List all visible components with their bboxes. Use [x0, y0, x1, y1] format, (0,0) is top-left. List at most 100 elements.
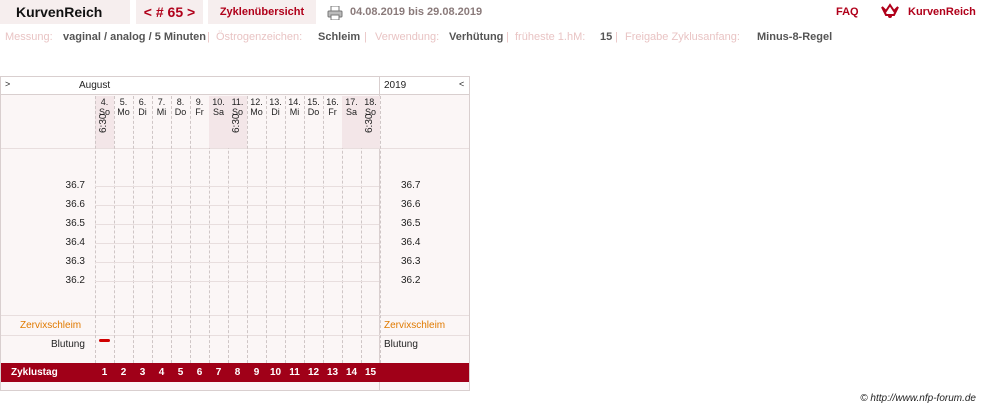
cycle-day-number: 14 — [345, 367, 358, 378]
temp-gridline — [95, 224, 379, 225]
measure-time: 6:30 — [231, 113, 242, 133]
temp-label-right: 36.2 — [401, 275, 421, 286]
day-number: 9. — [195, 97, 204, 107]
usage-value: Verhütung — [449, 31, 504, 43]
cycle-day-number: 2 — [120, 367, 127, 378]
day-weekday: Do — [307, 107, 320, 117]
day-weekday: Mi — [156, 107, 167, 117]
month-label: August — [79, 80, 111, 91]
faq-link[interactable]: FAQ — [836, 0, 859, 24]
temp-gridline — [95, 262, 379, 263]
day-column-line — [380, 96, 381, 363]
temp-gridline — [95, 205, 379, 206]
logo[interactable]: KurvenReich — [880, 0, 981, 24]
day-weekday: Di — [138, 107, 147, 117]
day-number: 15. — [307, 97, 320, 107]
cycle-day-number: 7 — [215, 367, 222, 378]
temp-label-left: 36.3 — [65, 256, 85, 267]
day-column-line — [266, 96, 267, 363]
temp-label-left: 36.2 — [65, 275, 85, 286]
cycle-day-number: 11 — [289, 367, 300, 378]
cycle-info-bar: Messung: vaginal / analog / 5 Minuten | … — [0, 26, 981, 48]
day-weekday: Do — [174, 107, 187, 117]
day-weekday: Sa — [345, 107, 357, 117]
day-column-line — [152, 96, 153, 363]
cycle-day-number: 8 — [234, 367, 241, 378]
cycle-overview-link[interactable]: Zyklenübersicht — [208, 0, 316, 24]
separator: | — [207, 31, 210, 43]
day-number: 17. — [345, 97, 358, 107]
day-weekday: Mi — [289, 107, 300, 117]
day-column-line — [323, 96, 324, 363]
day-weekday: Di — [271, 107, 280, 117]
cycle-day-number: 4 — [158, 367, 165, 378]
logo-text: KurvenReich — [908, 6, 976, 18]
temp-label-left: 36.6 — [65, 199, 85, 210]
day-number: 12. — [250, 97, 263, 107]
usage-label: Verwendung: — [375, 31, 440, 43]
day-number: 10. — [212, 97, 225, 107]
day-number: 16. — [326, 97, 339, 107]
temp-label-right: 36.5 — [401, 218, 421, 229]
printer-icon[interactable] — [327, 5, 343, 21]
bleeding-label-right: Blutung — [384, 339, 418, 350]
separator: | — [615, 31, 618, 43]
bleeding-label: Blutung — [51, 339, 85, 350]
temp-gridline — [95, 186, 379, 187]
day-number: 11. — [231, 97, 244, 107]
measure-time: 6:30 — [98, 113, 109, 133]
measure-time: 6:30 — [364, 113, 375, 133]
day-number: 18. — [364, 97, 377, 107]
cycle-day-number: 10 — [269, 367, 282, 378]
cycle-day-number: 1 — [101, 367, 108, 378]
year-label: 2019 — [384, 80, 407, 91]
temp-label-right: 36.3 — [401, 256, 421, 267]
day-number: 6. — [138, 97, 147, 107]
day-weekday: Mo — [250, 107, 263, 117]
separator: | — [364, 31, 367, 43]
day-number: 5. — [119, 97, 128, 107]
release-value: Minus-8-Regel — [757, 31, 833, 43]
nav-prev-button[interactable]: > — [5, 79, 10, 89]
measure-label: Messung: — [5, 31, 53, 43]
day-number: 13. — [269, 97, 282, 107]
cycle-day-number: 15 — [364, 367, 377, 378]
temp-gridline — [95, 243, 379, 244]
day-column-line — [133, 96, 134, 363]
day-weekday: Mo — [117, 107, 130, 117]
axis-line — [95, 96, 96, 363]
temp-label-right: 36.4 — [401, 237, 421, 248]
cycle-day-label: Zyklustag — [11, 367, 58, 378]
header-divider — [1, 148, 469, 149]
day-column-line — [285, 96, 286, 363]
mucus-divider — [1, 315, 469, 316]
earliest-label: früheste 1.hM: — [515, 31, 586, 43]
cycle-day-number: 12 — [307, 367, 320, 378]
temp-gridline — [95, 281, 379, 282]
temp-label-right: 36.6 — [401, 199, 421, 210]
estrogen-label: Östrogenzeichen: — [216, 31, 303, 43]
release-label: Freigabe Zyklusanfang: — [625, 31, 740, 43]
crown-logo-icon — [881, 3, 899, 18]
temp-label-left: 36.4 — [65, 237, 85, 248]
day-number: 7. — [157, 97, 166, 107]
cycle-day-number: 6 — [196, 367, 203, 378]
earliest-value: 15 — [600, 31, 613, 43]
day-number: 4. — [100, 97, 109, 107]
date-range: 04.08.2019 bis 29.08.2019 — [350, 6, 483, 18]
day-weekday: Fr — [328, 107, 337, 117]
mucus-label-right: Zervixschleim — [384, 320, 446, 331]
nav-next-button[interactable]: < — [459, 79, 464, 89]
credit-text[interactable]: © http://www.nfp-forum.de — [800, 393, 976, 404]
bleeding-mark — [99, 339, 110, 342]
cycle-navigator[interactable]: < # 65 > — [136, 0, 203, 24]
temp-label-right: 36.7 — [401, 180, 421, 191]
cycle-day-number: 13 — [326, 367, 339, 378]
top-bar: KurvenReich < # 65 > Zyklenübersicht 04.… — [0, 0, 981, 24]
day-number: 8. — [176, 97, 185, 107]
cycle-chart: > August 2019 < Zervixschleim Zervixschl… — [0, 76, 470, 391]
day-number: 14. — [288, 97, 301, 107]
day-column-line — [171, 96, 172, 363]
separator: | — [506, 31, 509, 43]
day-column-line — [304, 96, 305, 363]
